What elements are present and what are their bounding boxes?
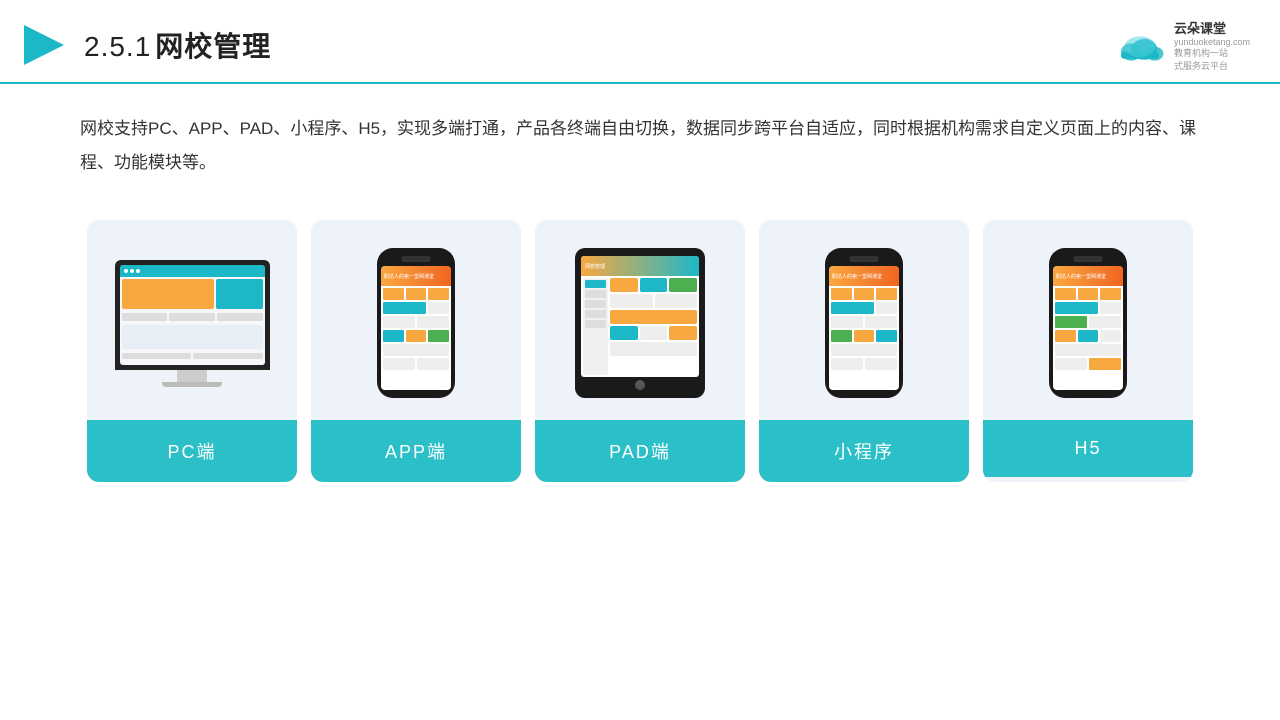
logo-text: 云朵课堂 yunduoketang.com 教育机构一站 式服务云平台 <box>1174 18 1250 72</box>
cloud-logo-icon <box>1114 27 1166 63</box>
page-title: 2.5.1网校管理 <box>84 25 271 65</box>
logo-area: 云朵课堂 yunduoketang.com 教育机构一站 式服务云平台 <box>1114 18 1250 72</box>
card-label-h5: H5 <box>983 420 1193 477</box>
description-text: 网校支持PC、APP、PAD、小程序、H5，实现多端打通，产品各终端自由切换，数… <box>0 84 1280 190</box>
card-label-app: APP端 <box>311 420 521 482</box>
phone-device-mockup-miniapp: 职达人的第一堂网课堂 <box>825 248 903 398</box>
card-pc: PC端 <box>87 220 297 482</box>
card-label-pad: PAD端 <box>535 420 745 482</box>
card-pad: 网校管理 <box>535 220 745 482</box>
card-image-pad: 网校管理 <box>535 220 745 420</box>
card-h5: 职达人的第一堂网课堂 <box>983 220 1193 482</box>
pc-device-mockup <box>112 260 272 387</box>
card-image-pc <box>87 220 297 420</box>
card-miniapp: 职达人的第一堂网课堂 <box>759 220 969 482</box>
card-label-pc: PC端 <box>87 420 297 482</box>
phone-device-mockup-h5: 职达人的第一堂网课堂 <box>1049 248 1127 398</box>
card-image-miniapp: 职达人的第一堂网课堂 <box>759 220 969 420</box>
tablet-home-button <box>635 380 645 390</box>
page-header: 2.5.1网校管理 云朵课堂 yunduoketang.com 教育机构一站 式… <box>0 0 1280 84</box>
phone-device-mockup-app: 职达人的第一堂网课堂 <box>377 248 455 398</box>
cards-area: PC端 职达人的第一堂网课堂 <box>0 200 1280 502</box>
card-label-miniapp: 小程序 <box>759 420 969 482</box>
header-left: 2.5.1网校管理 <box>20 21 271 69</box>
play-icon <box>20 21 68 69</box>
tablet-device-mockup: 网校管理 <box>575 248 705 398</box>
card-image-app: 职达人的第一堂网课堂 <box>311 220 521 420</box>
card-app: 职达人的第一堂网课堂 <box>311 220 521 482</box>
card-image-h5: 职达人的第一堂网课堂 <box>983 220 1193 420</box>
